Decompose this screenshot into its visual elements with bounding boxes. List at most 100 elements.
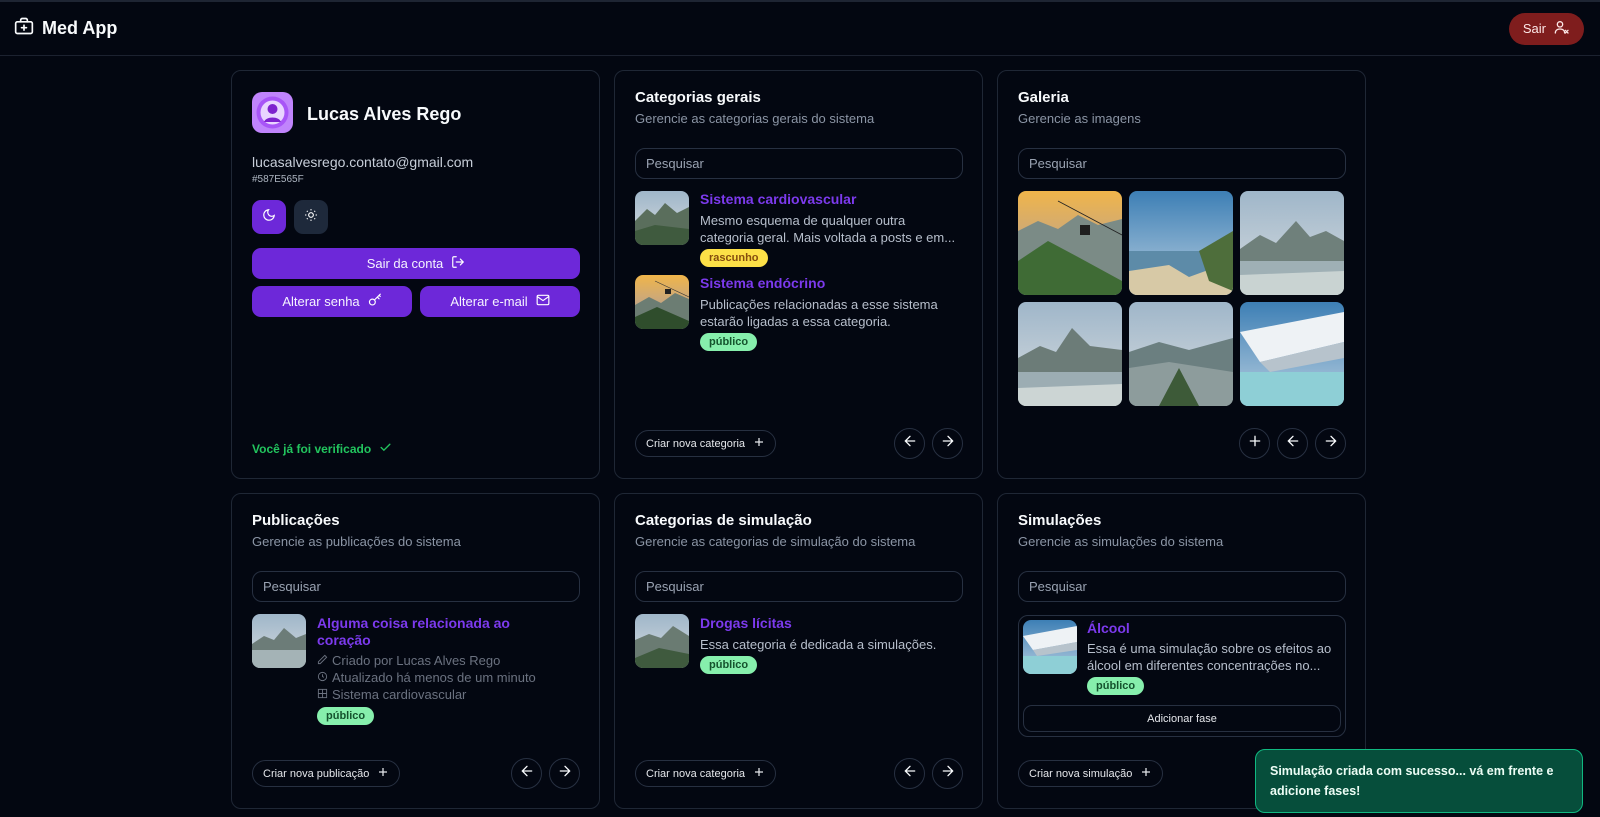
dark-theme-button[interactable] xyxy=(252,200,286,234)
item-description-line-1: Publicações relacionadas a esse sistema xyxy=(700,297,938,312)
arrow-right-icon xyxy=(940,433,956,454)
create-category-button[interactable]: Criar nova categoria xyxy=(635,430,777,457)
logout-button[interactable]: Sair xyxy=(1508,12,1584,45)
change-email-label: Alterar e-mail xyxy=(450,294,528,309)
mail-icon xyxy=(536,293,550,310)
previous-page-button[interactable] xyxy=(1277,428,1308,459)
item-description: Essa categoria é dedicada a simulações. xyxy=(700,637,937,652)
user-x-icon xyxy=(1554,19,1570,38)
arrow-left-icon xyxy=(902,433,918,454)
previous-page-button[interactable] xyxy=(894,758,925,789)
plus-icon xyxy=(753,766,765,781)
previous-page-button[interactable] xyxy=(894,428,925,459)
add-image-button[interactable] xyxy=(1239,428,1270,459)
item-title[interactable]: Drogas lícitas xyxy=(700,615,792,631)
item-description-line-2: categoria geral. Mais voltada a posts e … xyxy=(700,230,956,245)
category-text: Sistema cardiovascular xyxy=(332,687,467,702)
plus-icon xyxy=(377,766,389,781)
item-description-line-1: Mesmo esquema de qualquer outra xyxy=(700,213,906,228)
change-password-button[interactable]: Alterar senha xyxy=(252,286,412,317)
search-placeholder: Pesquisar xyxy=(263,579,321,594)
brand[interactable]: Med App xyxy=(14,16,117,41)
create-category-label: Criar nova categoria xyxy=(646,767,746,780)
toast-message-line-2: adicione fases! xyxy=(1270,784,1361,798)
next-page-button[interactable] xyxy=(932,428,963,459)
create-category-button[interactable]: Criar nova categoria xyxy=(635,760,777,787)
light-theme-button[interactable] xyxy=(294,200,328,234)
gallery-image[interactable] xyxy=(1018,302,1122,406)
item-description-line-1: Essa é uma simulação sobre os efeitos ao xyxy=(1087,641,1332,656)
add-phase-label: Adicionar fase xyxy=(1147,712,1217,725)
add-phase-button[interactable]: Adicionar fase xyxy=(1023,705,1341,732)
item-title[interactable]: Sistema cardiovascular xyxy=(700,191,856,207)
card-subtitle: Gerencie as simulações do sistema xyxy=(1018,534,1224,549)
publication-thumbnail xyxy=(252,614,306,668)
item-title-line-1[interactable]: Alguma coisa relacionada ao xyxy=(317,615,510,631)
search-input[interactable]: Pesquisar xyxy=(1018,148,1346,179)
plus-icon xyxy=(753,436,765,451)
previous-page-button[interactable] xyxy=(511,758,542,789)
next-page-button[interactable] xyxy=(549,758,580,789)
pencil-icon xyxy=(317,652,328,669)
plus-icon xyxy=(1140,766,1152,781)
next-page-button[interactable] xyxy=(1315,428,1346,459)
arrow-left-icon xyxy=(519,763,535,784)
profile-id: #587E565F xyxy=(252,174,304,185)
arrow-left-icon xyxy=(1285,433,1301,454)
gallery-image[interactable] xyxy=(1240,191,1344,295)
gallery-image[interactable] xyxy=(1240,302,1344,406)
item-title[interactable]: Álcool xyxy=(1087,620,1130,636)
success-toast[interactable]: Simulação criada com sucesso... vá em fr… xyxy=(1255,749,1583,813)
status-badge: público xyxy=(700,333,758,351)
gallery-image[interactable] xyxy=(1018,191,1122,295)
search-input[interactable]: Pesquisar xyxy=(252,571,580,602)
sun-icon xyxy=(304,208,318,227)
gallery-image[interactable] xyxy=(1129,302,1233,406)
card-subtitle: Gerencie as categorias gerais do sistema xyxy=(635,111,875,126)
profile-name: Lucas Alves Rego xyxy=(307,104,462,124)
card-title: Categorias de simulação xyxy=(635,512,812,529)
item-title-line-2[interactable]: coração xyxy=(317,632,371,648)
arrow-right-icon xyxy=(557,763,573,784)
logout-label: Sair xyxy=(1522,21,1546,36)
logout-account-label: Sair da conta xyxy=(366,256,444,271)
card-title: Simulações xyxy=(1018,512,1102,529)
app-title: Med App xyxy=(42,18,118,38)
change-email-button[interactable]: Alterar e-mail xyxy=(420,286,580,317)
item-description-line-2: estarão ligadas a essa categoria. xyxy=(700,314,891,329)
logout-account-button[interactable]: Sair da conta xyxy=(252,248,580,279)
moon-icon xyxy=(262,208,276,227)
verified-status: Você já foi verificado xyxy=(252,441,392,457)
search-input[interactable]: Pesquisar xyxy=(635,148,963,179)
general-categories-card: Categorias gerais Gerencie as categorias… xyxy=(614,70,983,479)
search-input[interactable]: Pesquisar xyxy=(1018,571,1346,602)
create-publication-button[interactable]: Criar nova publicação xyxy=(252,760,401,787)
log-out-icon xyxy=(451,255,465,272)
gallery-image[interactable] xyxy=(1129,191,1233,295)
next-page-button[interactable] xyxy=(932,758,963,789)
create-simulation-button[interactable]: Criar nova simulação xyxy=(1018,760,1164,787)
search-input[interactable]: Pesquisar xyxy=(635,571,963,602)
search-placeholder: Pesquisar xyxy=(646,579,704,594)
arrow-left-icon xyxy=(902,763,918,784)
updated-text: Atualizado há menos de um minuto xyxy=(332,670,536,685)
avatar xyxy=(252,92,293,133)
arrow-right-icon xyxy=(940,763,956,784)
create-simulation-label: Criar nova simulação xyxy=(1029,767,1133,780)
simulation-item[interactable]: Álcool Essa é uma simulação sobre os efe… xyxy=(1018,615,1346,737)
simulation-categories-card: Categorias de simulação Gerencie as cate… xyxy=(614,493,983,809)
card-title: Publicações xyxy=(252,512,340,529)
verified-label: Você já foi verificado xyxy=(252,442,372,456)
change-password-label: Alterar senha xyxy=(282,294,360,309)
author-text: Criado por Lucas Alves Rego xyxy=(332,653,501,668)
item-title[interactable]: Sistema endócrino xyxy=(700,275,825,291)
status-badge: público xyxy=(1087,677,1145,695)
card-subtitle: Gerencie as publicações do sistema xyxy=(252,534,461,549)
category-thumbnail xyxy=(635,191,689,245)
plus-icon xyxy=(1247,433,1263,454)
publications-card: Publicações Gerencie as publicações do s… xyxy=(231,493,600,809)
card-title: Galeria xyxy=(1018,89,1069,106)
publication-updated: Atualizado há menos de um minuto xyxy=(317,669,536,686)
status-badge: público xyxy=(317,707,375,725)
category-thumbnail xyxy=(635,614,689,668)
